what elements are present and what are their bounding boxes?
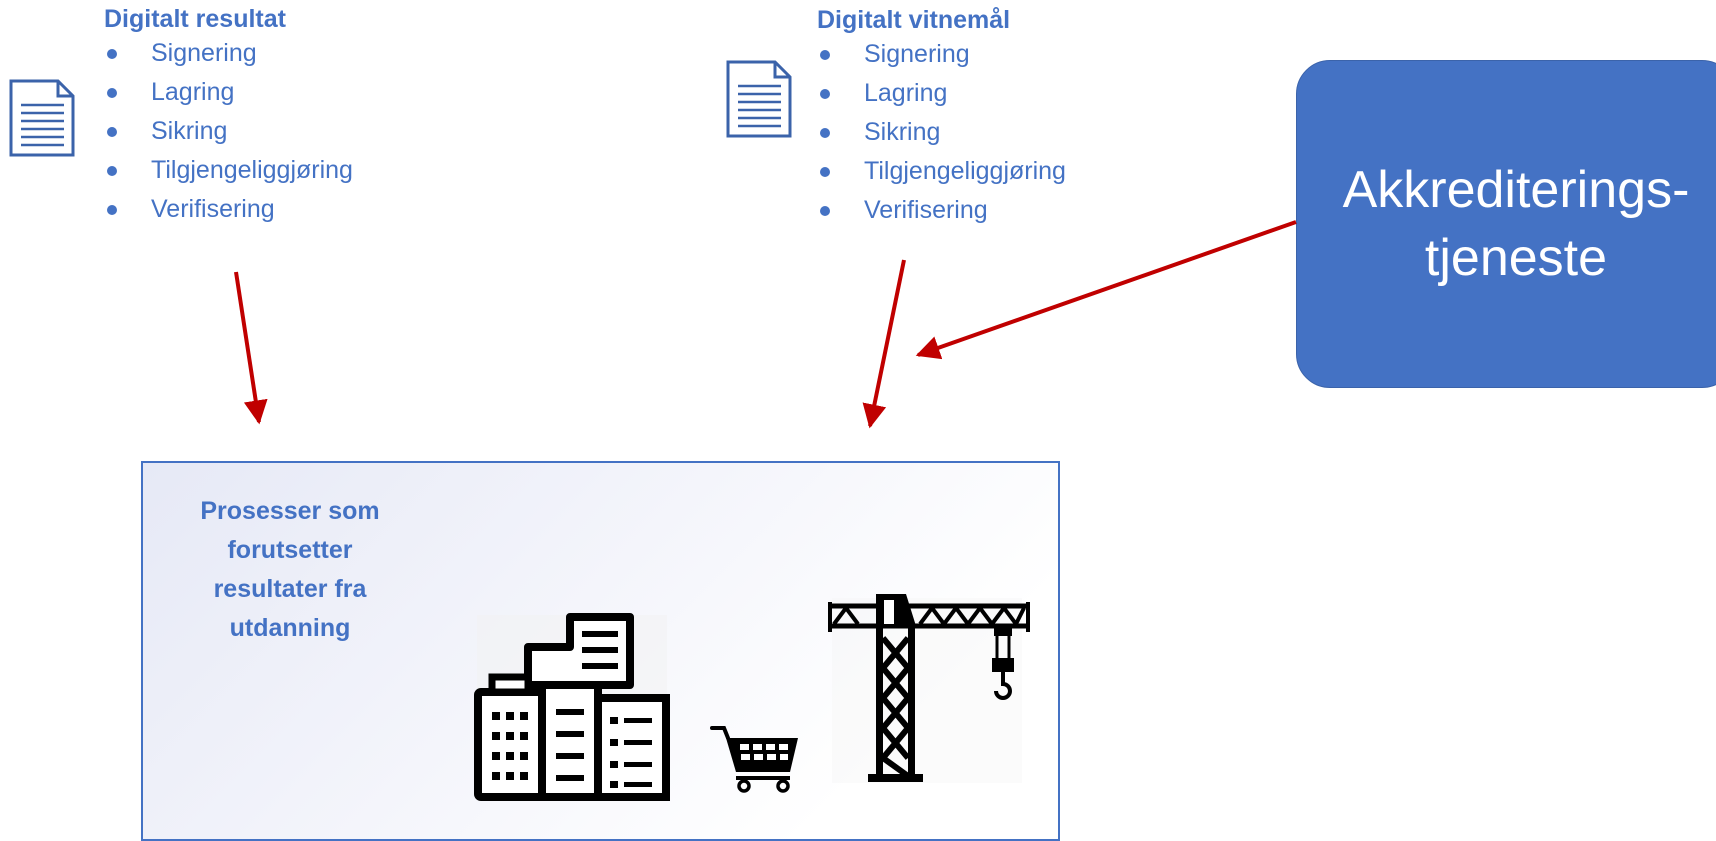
arrow-result-to-processes	[234, 271, 268, 425]
crane-icon	[828, 594, 1030, 783]
arrow-accreditation-to-diploma	[915, 220, 1297, 360]
arrow-diploma-to-processes	[862, 259, 906, 429]
buildings-icon	[474, 613, 670, 801]
shopping-cart-icon	[710, 726, 798, 793]
